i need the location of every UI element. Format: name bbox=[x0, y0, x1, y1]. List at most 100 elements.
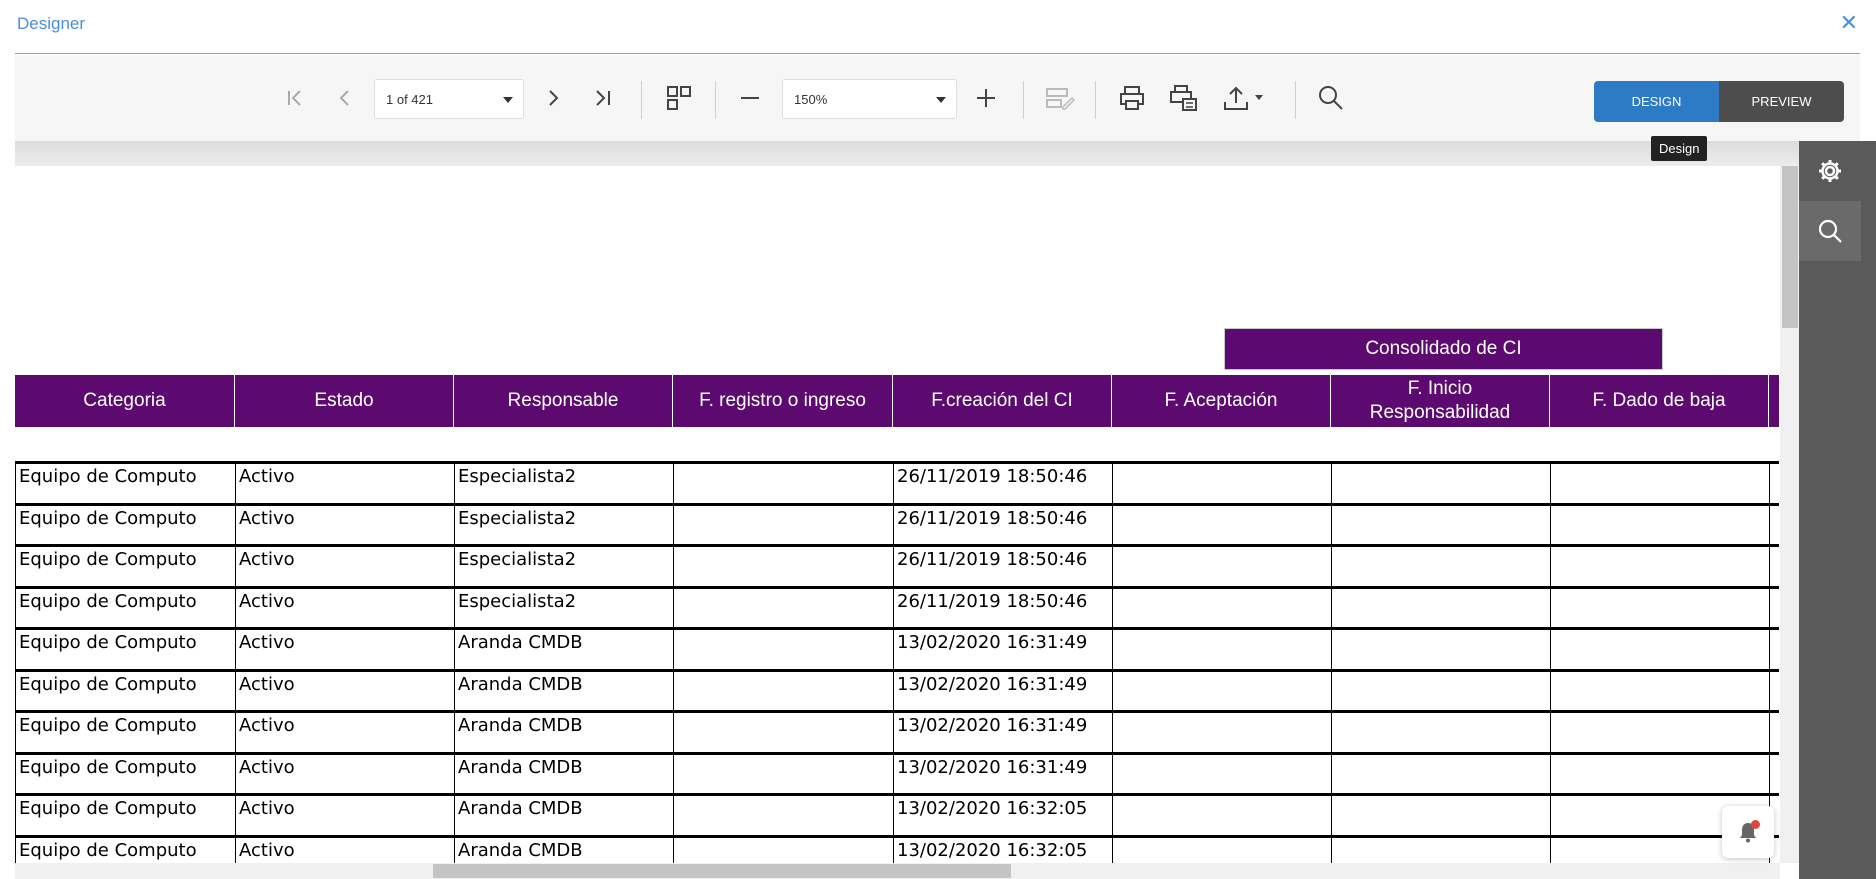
table-cell bbox=[1769, 505, 1779, 544]
zoom-out-icon[interactable] bbox=[735, 55, 765, 141]
table-cell: Especialista2 bbox=[454, 588, 673, 627]
table-cell bbox=[1112, 837, 1331, 863]
table-cell bbox=[1331, 588, 1550, 627]
column-header: Responsable bbox=[454, 375, 673, 427]
table-cell: Aranda CMDB bbox=[454, 671, 673, 710]
table-cell bbox=[1112, 630, 1331, 669]
table-cell bbox=[1550, 671, 1769, 710]
table-cell: Equipo de Computo bbox=[15, 464, 235, 503]
chevron-down-icon bbox=[503, 97, 513, 103]
table-cell bbox=[1112, 713, 1331, 752]
edit-fields-icon[interactable] bbox=[1043, 55, 1077, 141]
table-cell bbox=[1331, 796, 1550, 835]
table-cell bbox=[1112, 671, 1331, 710]
table-cell bbox=[1769, 588, 1779, 627]
table-cell bbox=[1112, 464, 1331, 503]
next-page-icon[interactable] bbox=[538, 55, 568, 141]
table-cell: 26/11/2019 18:50:46 bbox=[893, 547, 1112, 586]
table-cell: Equipo de Computo bbox=[15, 630, 235, 669]
close-icon[interactable]: ✕ bbox=[1840, 12, 1858, 34]
table-cell: 13/02/2020 16:31:49 bbox=[893, 713, 1112, 752]
table-cell bbox=[1112, 588, 1331, 627]
toolbar-divider bbox=[715, 81, 716, 119]
table-cell: Equipo de Computo bbox=[15, 505, 235, 544]
table-cell: Activo bbox=[235, 588, 454, 627]
table-cell bbox=[1331, 630, 1550, 669]
scroll-thumb[interactable] bbox=[1782, 166, 1798, 328]
print-page-icon[interactable] bbox=[1168, 55, 1200, 141]
table-cell: Equipo de Computo bbox=[15, 796, 235, 835]
table-cell bbox=[1769, 754, 1779, 793]
table-cell: Activo bbox=[235, 505, 454, 544]
table-cell bbox=[1112, 547, 1331, 586]
table-cell: 26/11/2019 18:50:46 bbox=[893, 464, 1112, 503]
bell-icon[interactable] bbox=[1722, 806, 1774, 858]
print-icon[interactable] bbox=[1116, 55, 1148, 141]
prev-page-icon[interactable] bbox=[330, 55, 360, 141]
table-cell bbox=[673, 837, 893, 863]
table-cell: 13/02/2020 16:31:49 bbox=[893, 671, 1112, 710]
column-header: Estado bbox=[235, 375, 454, 427]
table-cell bbox=[1331, 713, 1550, 752]
table-cell bbox=[1769, 671, 1779, 710]
gear-icon[interactable] bbox=[1799, 141, 1861, 201]
table-cell bbox=[1331, 671, 1550, 710]
horizontal-scrollbar[interactable] bbox=[15, 863, 1780, 879]
table-cell: Equipo de Computo bbox=[15, 713, 235, 752]
multipage-icon[interactable] bbox=[662, 55, 696, 141]
last-page-icon[interactable] bbox=[588, 55, 618, 141]
unread-indicator bbox=[1751, 820, 1760, 829]
table-cell: Activo bbox=[235, 754, 454, 793]
table-cell: 26/11/2019 18:50:46 bbox=[893, 588, 1112, 627]
canvas-top-shadow bbox=[15, 141, 1799, 166]
table-row: Equipo de Computo Activo Aranda CMDB 13/02/… bbox=[15, 668, 1779, 710]
table-cell: Activo bbox=[235, 630, 454, 669]
window-header: Designer ✕ bbox=[0, 0, 1876, 54]
toolbar-divider bbox=[1023, 81, 1024, 119]
table-cell bbox=[1769, 547, 1779, 586]
search-icon[interactable] bbox=[1315, 55, 1347, 141]
table-cell bbox=[673, 630, 893, 669]
table-cell: Equipo de Computo bbox=[15, 837, 235, 863]
table-cell bbox=[1769, 464, 1779, 503]
table-cell bbox=[673, 754, 893, 793]
first-page-icon[interactable] bbox=[280, 55, 310, 141]
header-divider bbox=[15, 53, 1860, 54]
table-row: Equipo de Computo Activo Aranda CMDB 13/02/… bbox=[15, 627, 1779, 669]
table-cell: Activo bbox=[235, 796, 454, 835]
design-button[interactable]: DESIGN bbox=[1594, 81, 1719, 122]
window-title: Designer bbox=[17, 14, 86, 33]
page-indicator: 1 of 421 bbox=[386, 91, 433, 107]
scroll-thumb[interactable] bbox=[433, 864, 1011, 878]
zoom-in-icon[interactable] bbox=[971, 55, 1001, 141]
table-cell bbox=[1331, 547, 1550, 586]
zoom-selector[interactable]: 150% bbox=[782, 79, 957, 119]
table-row: Equipo de Computo Activo Aranda CMDB 13/02/… bbox=[15, 834, 1779, 863]
toolbar-divider bbox=[1095, 81, 1096, 119]
table-row: Equipo de Computo Activo Aranda CMDB 13/02/… bbox=[15, 751, 1779, 793]
table-row: Equipo de Computo Activo Especialista2 26/1… bbox=[15, 585, 1779, 627]
group-header: Consolidado de CI bbox=[1224, 328, 1663, 370]
table-cell bbox=[1112, 796, 1331, 835]
export-icon[interactable] bbox=[1218, 55, 1270, 141]
column-header-row: Categoria Estado Responsable F. registro… bbox=[15, 375, 1779, 427]
preview-button[interactable]: PREVIEW bbox=[1719, 81, 1844, 122]
vertical-scrollbar[interactable] bbox=[1780, 166, 1799, 863]
column-header: Categoria bbox=[15, 375, 235, 427]
column-header-overflow bbox=[1769, 375, 1779, 427]
column-header: F. registro o ingreso bbox=[673, 375, 893, 427]
table-cell: 13/02/2020 16:31:49 bbox=[893, 630, 1112, 669]
table-cell: Aranda CMDB bbox=[454, 630, 673, 669]
table-cell bbox=[1550, 588, 1769, 627]
column-header: F. Aceptación bbox=[1112, 375, 1331, 427]
table-row: Equipo de Computo Activo Aranda CMDB 13/02/… bbox=[15, 793, 1779, 835]
page-selector[interactable]: 1 of 421 bbox=[374, 79, 524, 119]
column-header: F. Dado de baja bbox=[1550, 375, 1769, 427]
report-page: Consolidado de CI Categoria Estado Respo… bbox=[15, 166, 1780, 863]
table-cell bbox=[673, 671, 893, 710]
search-icon[interactable] bbox=[1799, 201, 1861, 261]
table-cell bbox=[1550, 630, 1769, 669]
column-header: F. Inicio Responsabilidad bbox=[1331, 375, 1550, 427]
table-cell bbox=[673, 588, 893, 627]
table-cell: 13/02/2020 16:31:49 bbox=[893, 754, 1112, 793]
